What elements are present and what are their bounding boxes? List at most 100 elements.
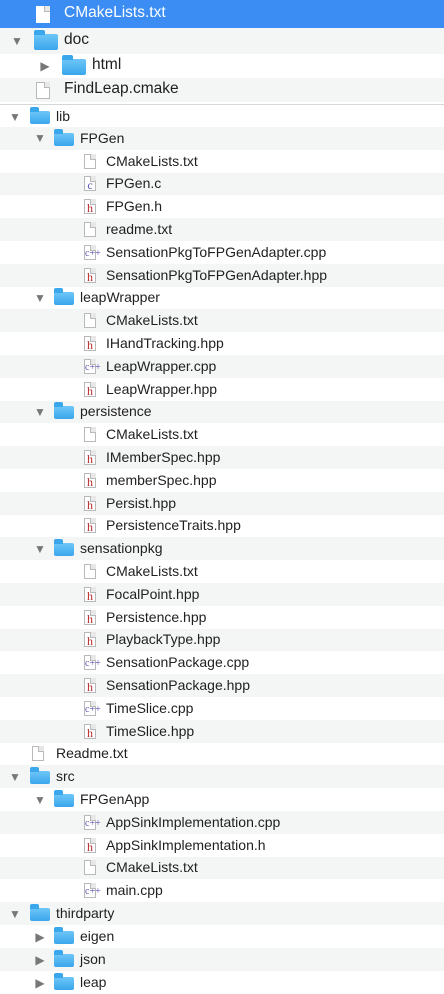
- file-row[interactable]: c++ TimeSlice.cpp: [0, 697, 444, 720]
- folder-row[interactable]: ▼ FPGen: [0, 127, 444, 150]
- file-label: CMakeLists.txt: [106, 562, 198, 579]
- triangle-down-icon[interactable]: ▼: [33, 793, 47, 807]
- file-row[interactable]: h FocalPoint.hpp: [0, 583, 444, 606]
- file-row[interactable]: readme.txt: [0, 218, 444, 241]
- file-row[interactable]: h PersistenceTraits.hpp: [0, 515, 444, 538]
- header-file-icon: h: [84, 678, 96, 694]
- triangle-down-icon[interactable]: ▼: [8, 770, 22, 784]
- file-row[interactable]: h Persist.hpp: [0, 491, 444, 515]
- file-row[interactable]: h memberSpec.hpp: [0, 469, 444, 492]
- folder-icon: [54, 950, 74, 968]
- folder-icon: [54, 539, 74, 557]
- folder-icon: [30, 904, 50, 922]
- header-file-icon: h: [84, 837, 96, 854]
- file-row[interactable]: h PlaybackType.hpp: [0, 628, 444, 652]
- header-file-icon: h: [84, 609, 96, 626]
- header-file-icon: h: [84, 472, 96, 489]
- file-label: CMakeLists.txt: [64, 4, 166, 22]
- file-row[interactable]: c++ main.cpp: [0, 879, 444, 902]
- folder-row[interactable]: ▼ leapWrapper: [0, 287, 444, 310]
- file-label: CMakeLists.txt: [106, 312, 198, 329]
- folder-icon: [54, 402, 74, 420]
- triangle-down-icon[interactable]: ▼: [33, 405, 47, 419]
- triangle-down-icon[interactable]: ▼: [8, 110, 22, 124]
- file-label: Persist.hpp: [106, 494, 177, 511]
- file-label: AppSinkImplementation.h: [106, 836, 266, 853]
- header-file-icon: h: [84, 381, 96, 398]
- triangle-down-icon[interactable]: ▼: [10, 34, 24, 48]
- file-row[interactable]: Readme.txt: [0, 743, 444, 766]
- folder-label: leapWrapper: [80, 289, 160, 306]
- triangle-down-icon[interactable]: ▼: [33, 131, 47, 145]
- file-row[interactable]: c++ SensationPackage.cpp: [0, 651, 444, 674]
- file-label: SensationPkgToFPGenAdapter.cpp: [106, 243, 327, 260]
- triangle-right-icon[interactable]: ▶: [33, 930, 47, 944]
- triangle-down-icon[interactable]: ▼: [33, 291, 47, 305]
- file-row[interactable]: h IMemberSpec.hpp: [0, 446, 444, 469]
- folder-row[interactable]: ▶ leap: [0, 971, 444, 994]
- folder-row[interactable]: ▼ FPGenApp: [0, 788, 444, 811]
- file-label: TimeSlice.hpp: [106, 722, 195, 739]
- file-row[interactable]: CMakeLists.txt: [0, 0, 444, 28]
- text-file-icon: [84, 860, 96, 876]
- folder-row[interactable]: ▼ src: [0, 765, 444, 789]
- file-tree: CMakeLists.txt ▼ doc ▶ html FindLeap.cmake ▼ li…: [0, 0, 444, 994]
- file-row[interactable]: h SensationPkgToFPGenAdapter.hpp: [0, 263, 444, 287]
- file-row[interactable]: CMakeLists.txt: [0, 423, 444, 446]
- file-row[interactable]: c FPGen.c: [0, 172, 444, 196]
- header-file-icon: h: [84, 267, 96, 284]
- file-row[interactable]: c++ LeapWrapper.cpp: [0, 355, 444, 378]
- folder-label: thirdparty: [56, 905, 115, 921]
- folder-label: json: [80, 951, 106, 967]
- file-label: AppSinkImplementation.cpp: [106, 813, 281, 830]
- file-label: TimeSlice.cpp: [106, 699, 194, 716]
- folder-row[interactable]: ▼ lib: [0, 104, 444, 127]
- triangle-down-icon[interactable]: ▼: [33, 542, 47, 556]
- folder-row[interactable]: ▼ sensationpkg: [0, 537, 444, 561]
- file-label: CMakeLists.txt: [106, 859, 198, 876]
- file-row[interactable]: h AppSinkImplementation.h: [0, 834, 444, 857]
- folder-label: eigen: [80, 928, 115, 944]
- file-row[interactable]: h Persistence.hpp: [0, 606, 444, 629]
- text-file-icon: [84, 222, 96, 238]
- file-row[interactable]: c++ SensationPkgToFPGenAdapter.cpp: [0, 241, 444, 264]
- folder-row[interactable]: ▶ html: [0, 54, 444, 78]
- text-file-icon: [32, 746, 44, 762]
- folder-row[interactable]: ▼ doc: [0, 28, 444, 54]
- file-row[interactable]: h TimeSlice.hpp: [0, 719, 444, 743]
- file-row[interactable]: h LeapWrapper.hpp: [0, 378, 444, 401]
- cpp-file-icon: c++: [84, 883, 101, 899]
- folder-icon: [54, 927, 74, 945]
- file-row[interactable]: CMakeLists.txt: [0, 856, 444, 880]
- folder-row[interactable]: ▼ thirdparty: [0, 902, 444, 926]
- file-row[interactable]: h SensationPackage.hpp: [0, 674, 444, 697]
- folder-icon: [62, 55, 86, 75]
- file-row[interactable]: c++ AppSinkImplementation.cpp: [0, 811, 444, 834]
- folder-icon: [54, 973, 74, 991]
- triangle-right-icon[interactable]: ▶: [38, 59, 52, 73]
- file-row[interactable]: h IHandTracking.hpp: [0, 332, 444, 355]
- file-row[interactable]: h FPGen.h: [0, 195, 444, 218]
- file-label: FPGen.h: [106, 198, 163, 215]
- folder-row[interactable]: ▼ persistence: [0, 400, 444, 424]
- file-row[interactable]: CMakeLists.txt: [0, 309, 444, 333]
- file-row[interactable]: CMakeLists.txt: [0, 150, 444, 173]
- header-file-icon: h: [84, 586, 96, 603]
- folder-label: doc: [64, 31, 89, 49]
- text-file-icon: [36, 5, 50, 23]
- header-file-icon: h: [84, 336, 96, 352]
- file-label: memberSpec.hpp: [106, 471, 217, 488]
- triangle-down-icon[interactable]: ▼: [8, 907, 22, 921]
- folder-row[interactable]: ▶ json: [0, 948, 444, 972]
- file-label: SensationPackage.hpp: [106, 676, 250, 693]
- file-label: Readme.txt: [56, 745, 128, 762]
- folder-row[interactable]: ▶ eigen: [0, 925, 444, 948]
- header-file-icon: h: [84, 632, 96, 648]
- triangle-right-icon[interactable]: ▶: [33, 953, 47, 967]
- triangle-right-icon[interactable]: ▶: [33, 976, 47, 990]
- file-row[interactable]: FindLeap.cmake: [0, 78, 444, 102]
- folder-label: lib: [56, 107, 71, 124]
- cpp-file-icon: c++: [84, 814, 101, 830]
- file-label: PlaybackType.hpp: [106, 631, 221, 648]
- file-row[interactable]: CMakeLists.txt: [0, 560, 444, 583]
